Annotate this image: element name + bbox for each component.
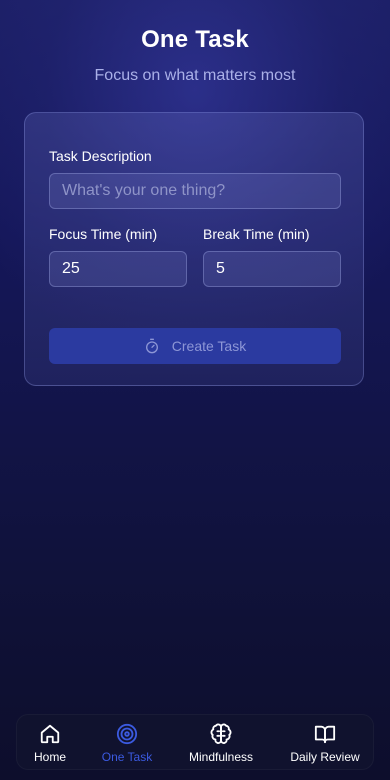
nav-label-mindfulness: Mindfulness bbox=[188, 750, 254, 764]
nav-item-home[interactable]: Home bbox=[29, 715, 71, 771]
focus-time-label: Focus Time (min) bbox=[49, 226, 158, 242]
task-description-label: Task Description bbox=[49, 148, 152, 164]
nav-label-one-task: One Task bbox=[101, 750, 153, 764]
nav-item-one-task[interactable]: One Task bbox=[97, 715, 157, 771]
page-title: One Task bbox=[141, 26, 249, 53]
task-form-card: Task Description Focus Time (min) Break … bbox=[24, 112, 364, 386]
nav-item-daily-review[interactable]: Daily Review bbox=[287, 715, 363, 771]
page-subtitle: Focus on what matters most bbox=[94, 67, 296, 84]
home-icon bbox=[39, 723, 61, 745]
brain-icon bbox=[210, 723, 232, 745]
break-time-input[interactable] bbox=[203, 251, 341, 287]
task-description-input[interactable] bbox=[49, 173, 341, 209]
book-open-icon bbox=[314, 723, 336, 745]
break-time-label: Break Time (min) bbox=[203, 226, 310, 242]
nav-label-home: Home bbox=[33, 750, 66, 764]
target-icon bbox=[116, 723, 138, 745]
nav-item-mindfulness[interactable]: Mindfulness bbox=[183, 715, 259, 771]
timer-icon bbox=[144, 338, 160, 354]
create-task-button[interactable]: Create Task bbox=[49, 328, 341, 364]
nav-label-daily-review: Daily Review bbox=[290, 750, 360, 764]
focus-time-input[interactable] bbox=[49, 251, 187, 287]
bottom-nav: Home One Task Mindfulness Daily Review bbox=[16, 714, 374, 770]
create-task-label: Create Task bbox=[171, 338, 247, 354]
